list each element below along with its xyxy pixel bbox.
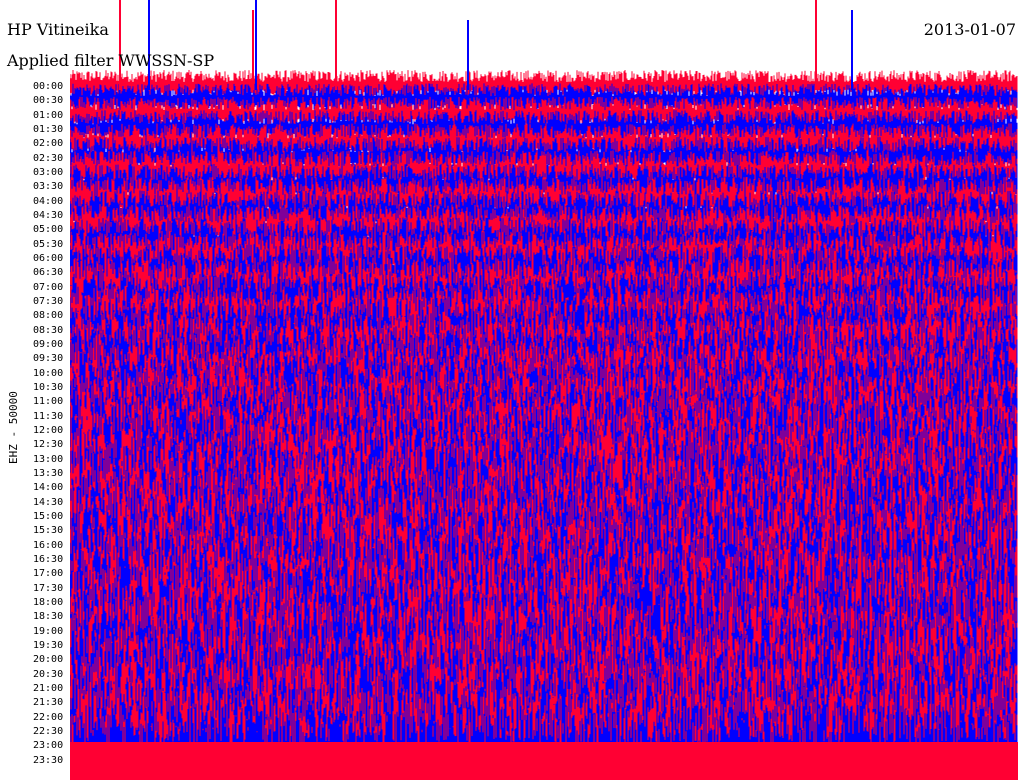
hour-label: 08:00 (33, 310, 64, 322)
hour-label: 14:00 (33, 482, 64, 494)
hour-label: 02:00 (33, 138, 64, 150)
trace-band (70, 742, 1018, 780)
hour-label: 05:30 (33, 238, 64, 250)
hour-label: 05:00 (33, 224, 64, 236)
hour-label: 17:30 (33, 582, 64, 594)
hour-label: 21:00 (33, 682, 64, 694)
hour-label: 07:00 (33, 281, 64, 293)
hour-label: 10:30 (33, 381, 64, 393)
channel-label: EHZ - 50000 (7, 391, 20, 464)
helicorder-plot (70, 0, 1018, 780)
hour-label: 15:30 (33, 525, 64, 537)
hour-label: 12:00 (33, 424, 64, 436)
hour-label: 20:00 (33, 654, 64, 666)
hour-label: 10:00 (33, 367, 64, 379)
hour-label: 00:30 (33, 95, 64, 107)
hour-label: 02:30 (33, 152, 64, 164)
hour-label: 09:30 (33, 353, 64, 365)
hour-label: 15:00 (33, 510, 64, 522)
hour-label: 03:00 (33, 166, 64, 178)
hour-label: 13:00 (33, 453, 64, 465)
hour-label: 00:00 (33, 81, 64, 92)
hour-label: 07:30 (33, 295, 64, 307)
hour-label: 04:00 (33, 195, 64, 207)
hour-label: 19:00 (33, 625, 64, 637)
hour-label: 01:30 (33, 123, 64, 135)
hour-label: 18:30 (33, 611, 64, 623)
hour-label: 18:00 (33, 596, 64, 608)
hour-label: 19:30 (33, 639, 64, 651)
hour-label: 12:30 (33, 439, 64, 451)
hour-label: 13:30 (33, 467, 64, 479)
hour-label: 21:30 (33, 697, 64, 709)
hour-label: 09:00 (33, 338, 64, 350)
hour-label: 16:30 (33, 553, 64, 565)
hour-label: 20:30 (33, 668, 64, 680)
hour-label: 23:00 (33, 740, 64, 752)
hour-label: 22:30 (33, 725, 64, 737)
hour-label: 11:30 (33, 410, 64, 422)
hour-label: 06:00 (33, 252, 64, 264)
hour-label: 23:30 (33, 754, 64, 766)
hour-label: 16:00 (33, 539, 64, 551)
hour-label: 03:30 (33, 181, 64, 193)
hour-label: 06:30 (33, 267, 64, 279)
time-axis: EHZ - 50000 00:00 00:30 01:00 01:30 02:00 02:… (0, 0, 70, 780)
hour-label: 08:30 (33, 324, 64, 336)
hour-label: 17:00 (33, 568, 64, 580)
hour-label: 22:00 (33, 711, 64, 723)
hour-label: 01:00 (33, 109, 64, 121)
hour-label: 04:30 (33, 209, 64, 221)
hour-label: 11:00 (33, 396, 64, 408)
hour-label: 14:30 (33, 496, 64, 508)
